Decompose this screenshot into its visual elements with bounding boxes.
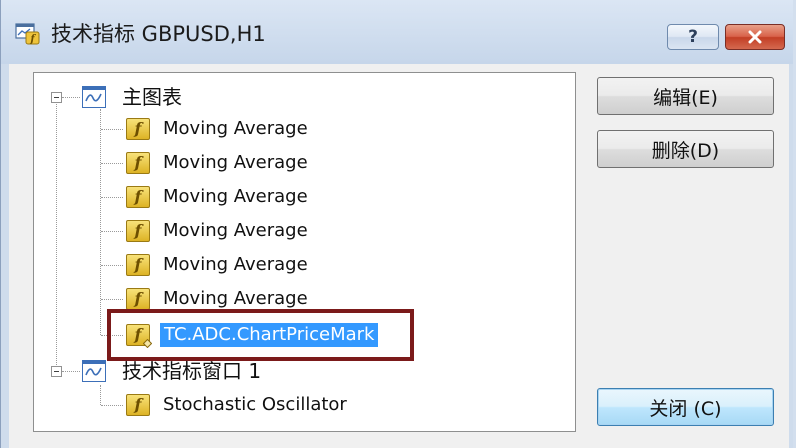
window-title: 技术指标 GBPUSD,H1 <box>51 22 266 46</box>
indicator-tree[interactable]: 主图表 f Moving Average f Moving Average f … <box>33 72 576 432</box>
function-icon: f <box>126 254 150 276</box>
close-icon <box>748 30 762 44</box>
tree-item-indicator[interactable]: Moving Average <box>163 151 308 175</box>
help-button[interactable]: ? <box>667 24 719 50</box>
tree-node-main-chart[interactable]: 主图表 <box>122 85 182 109</box>
function-icon: f <box>126 394 150 416</box>
tree-connector <box>101 197 123 198</box>
tree-item-indicator[interactable]: Moving Average <box>163 117 308 141</box>
tree-branch-line-subwindow <box>100 385 101 405</box>
diamond-badge-icon <box>143 339 152 348</box>
tree-item-indicator[interactable]: Moving Average <box>163 287 308 311</box>
function-icon: f <box>126 288 150 310</box>
tree-root-line <box>56 97 57 371</box>
window-close-button[interactable] <box>725 24 785 50</box>
function-icon: f <box>126 118 150 140</box>
collapse-toggle-main-chart[interactable] <box>51 92 62 103</box>
tree-connector <box>62 97 80 98</box>
help-icon: ? <box>688 27 698 47</box>
function-icon: f <box>126 220 150 242</box>
collapse-toggle-indicator-window[interactable] <box>51 366 62 377</box>
tree-item-indicator[interactable]: Moving Average <box>163 185 308 209</box>
tree-connector <box>101 163 123 164</box>
edit-button[interactable]: 编辑(E) <box>597 77 774 115</box>
tree-connector <box>101 335 123 336</box>
tree-connector <box>101 129 123 130</box>
chart-window-icon <box>82 86 106 108</box>
chart-window-icon <box>82 360 106 382</box>
tree-connector <box>62 371 80 372</box>
tree-connector <box>101 265 123 266</box>
delete-button[interactable]: 删除(D) <box>597 130 774 168</box>
title-bar[interactable]: f 技术指标 GBPUSD,H1 ? <box>1 0 796 64</box>
tree-connector <box>101 405 123 406</box>
tree-node-indicator-window[interactable]: 技术指标窗口 1 <box>122 359 261 383</box>
tree-item-indicator[interactable]: Moving Average <box>163 219 308 243</box>
tree-connector <box>101 231 123 232</box>
tree-item-indicator[interactable]: Stochastic Oscillator <box>163 393 347 417</box>
app-icon: f <box>15 23 40 45</box>
tree-item-selected-indicator[interactable]: TC.ADC.ChartPriceMark <box>160 323 379 347</box>
custom-indicator-icon: f <box>126 324 152 348</box>
function-icon: f <box>126 152 150 174</box>
close-button[interactable]: 关闭 (C) <box>597 388 774 426</box>
tree-connector <box>101 299 123 300</box>
indicators-dialog: f 技术指标 GBPUSD,H1 ? 主图表 f Moving Average <box>0 0 796 448</box>
tree-branch-line-main <box>100 109 101 335</box>
tree-item-indicator[interactable]: Moving Average <box>163 253 308 277</box>
function-icon: f <box>126 186 150 208</box>
